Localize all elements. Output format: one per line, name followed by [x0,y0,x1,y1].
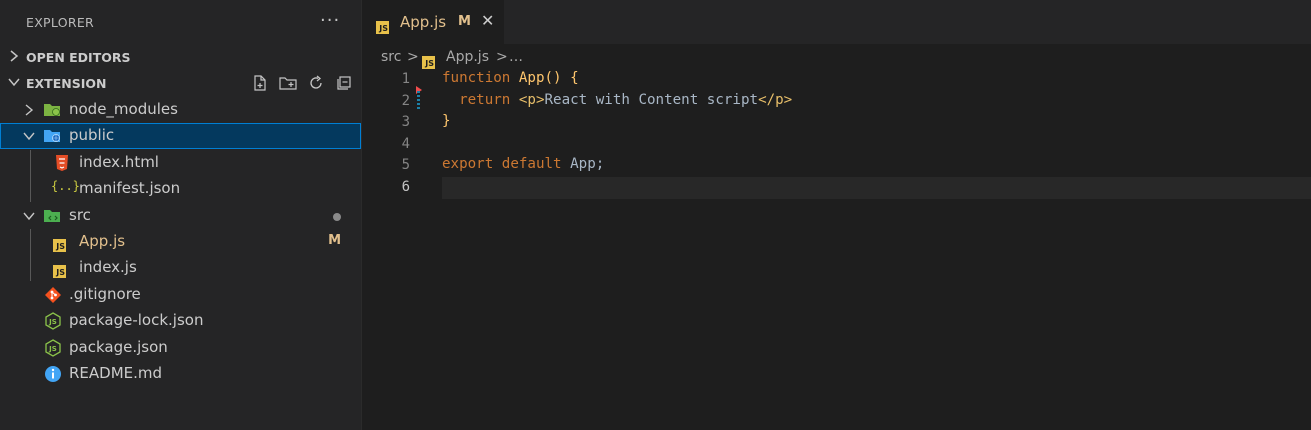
svg-text:JS: JS [48,345,57,353]
chevron-right-icon: > [496,49,508,65]
more-actions-icon[interactable]: ··· [320,10,340,31]
js-file-icon: JS [53,235,71,253]
tree-file-package-json[interactable]: JS package.json [0,335,361,361]
line-number: 1 [401,71,410,87]
tree-file-readme-md[interactable]: README.md [0,361,361,387]
open-editors-section[interactable]: OPEN EDITORS [0,44,361,70]
explorer-title: EXPLORER [26,15,95,30]
tree-item-label: index.js [79,258,137,276]
refresh-icon[interactable] [305,72,327,94]
code-line-3: } [442,113,451,129]
chevron-down-icon [23,212,35,221]
breadcrumb-folder[interactable]: src [381,49,401,65]
chevron-right-icon [10,50,19,62]
modified-line-marker [417,91,420,109]
svg-text:JS: JS [48,318,57,326]
tree-file-index-html[interactable]: index.html [0,150,361,176]
tree-item-label: public [69,126,115,144]
tab-bar: JS App.js M ✕ [362,0,1311,44]
tree-file-gitignore[interactable]: .gitignore [0,282,361,308]
tree-file-package-lock-json[interactable]: JS package-lock.json [0,308,361,334]
section-actions [249,72,355,94]
js-file-icon: JS [53,261,71,279]
tree-file-app-js[interactable]: JS App.js M [0,229,361,255]
tree-item-label: package-lock.json [69,311,204,329]
line-number: 2 [401,93,410,109]
chevron-down-icon [8,78,20,87]
tree-file-manifest-json[interactable]: {..} manifest.json [0,176,361,202]
open-editors-label: OPEN EDITORS [26,50,131,65]
html5-icon [56,155,68,171]
tree-folder-public[interactable]: public [0,123,361,149]
code-line-2: return <p>React with Content script</p> [459,92,793,108]
code-line-1: function App() { [442,70,579,86]
info-icon [45,366,61,382]
line-number-active: 6 [401,179,410,195]
tree-item-label: App.js [79,232,126,250]
close-icon[interactable]: ✕ [481,11,494,30]
tree-file-index-js[interactable]: JS index.js [0,255,361,281]
editor-area: JS App.js M ✕ src > JS App.js > … 1 2 3 … [362,0,1311,430]
breadcrumb: src > JS App.js > … [381,49,523,69]
code-editor[interactable]: function App() { return <p>React with Co… [442,70,1311,430]
tree-item-label: manifest.json [79,179,181,197]
tree-item-label: README.md [69,364,163,382]
new-folder-icon[interactable] [277,72,299,94]
line-number: 5 [401,157,410,173]
tree-folder-node-modules[interactable]: node_modules [0,97,361,123]
line-number: 3 [401,114,410,130]
tree-item-label: index.html [79,153,159,171]
nodejs-icon: JS [45,312,61,330]
breadcrumb-more[interactable]: … [509,49,523,65]
line-number-gutter: 1 2 3 4 5 6 [362,70,442,430]
tree-item-label: package.json [69,338,168,356]
nodejs-icon: JS [45,339,61,357]
git-icon [45,287,61,303]
tab-title: App.js [400,13,447,31]
modified-dot [333,213,341,221]
js-file-icon: JS [376,16,389,35]
tree-item-label: .gitignore [69,285,141,303]
collapse-all-icon[interactable] [333,72,355,94]
extension-section[interactable]: EXTENSION [0,70,361,96]
code-line-5: export default App; [442,156,605,172]
line-number: 4 [401,136,410,152]
folder-src-icon [44,210,60,222]
tree-item-label: src [69,206,91,224]
chevron-right-icon: > [407,49,419,65]
folder-node-icon [44,104,60,116]
extension-label: EXTENSION [26,76,107,91]
modified-badge: M [458,14,471,29]
tree-folder-src[interactable]: src [0,203,361,229]
json-braces-icon: {..} [51,179,80,193]
breadcrumb-file[interactable]: App.js [446,49,489,65]
folder-public-icon [44,130,60,142]
tree-item-label: node_modules [69,100,178,118]
new-file-icon[interactable] [249,72,271,94]
modified-badge: M [328,233,341,248]
explorer-sidebar: EXPLORER ··· OPEN EDITORS EXTENSION node… [0,0,361,430]
explorer-header: EXPLORER ··· [0,0,361,44]
chevron-right-icon [25,104,34,116]
tab-app-js[interactable]: JS App.js M ✕ [362,0,504,44]
chevron-down-icon [23,132,35,141]
